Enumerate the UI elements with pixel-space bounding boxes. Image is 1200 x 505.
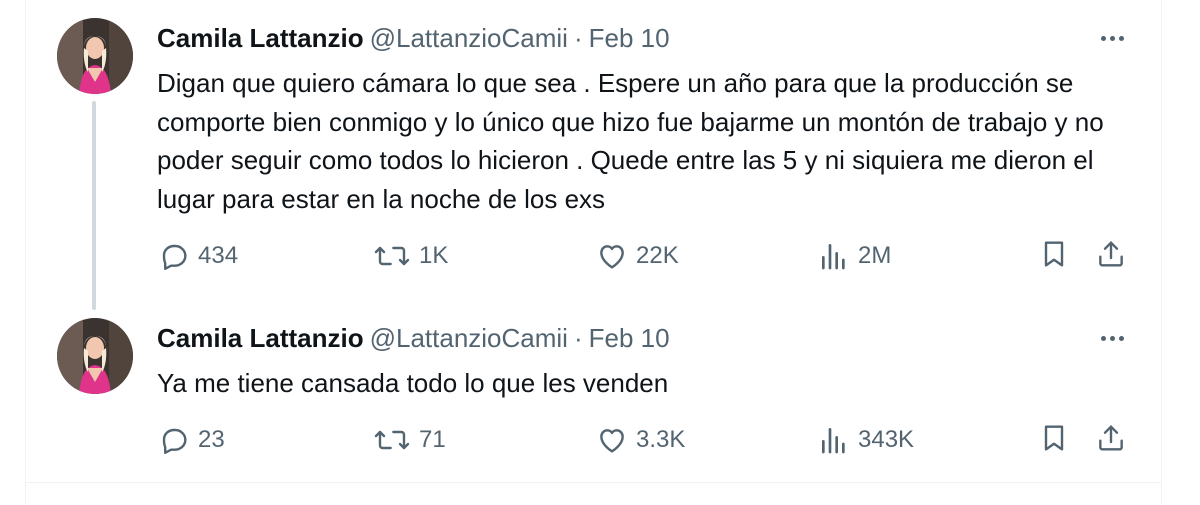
tweet-date[interactable]: Feb 10 — [589, 323, 670, 354]
repost-icon — [373, 424, 411, 456]
heart-icon — [596, 240, 628, 272]
bookmark-button[interactable] — [1038, 423, 1070, 457]
repost-button[interactable]: 1K — [373, 239, 448, 273]
repost-icon — [373, 240, 411, 272]
thread-connector-line — [92, 101, 96, 310]
author-handle[interactable]: @LattanzioCamii — [370, 23, 568, 54]
views-button[interactable]: 2M — [818, 239, 891, 273]
reply-icon — [158, 424, 190, 456]
reply-count: 434 — [198, 242, 239, 269]
more-icon[interactable] — [1092, 28, 1132, 48]
more-icon[interactable] — [1092, 328, 1132, 348]
author-name[interactable]: Camila Lattanzio — [157, 323, 364, 354]
share-icon — [1094, 238, 1128, 275]
views-icon — [818, 424, 850, 456]
views-icon — [818, 240, 850, 272]
tweet-header: Camila Lattanzio @LattanzioCamii · Feb 1… — [157, 20, 670, 56]
tweet-actions: 23 71 3.3K 343K — [0, 423, 1200, 457]
tweet-header: Camila Lattanzio @LattanzioCamii · Feb 1… — [157, 320, 670, 356]
separator-dot: · — [573, 22, 583, 53]
bookmark-icon — [1038, 238, 1070, 275]
reply-button[interactable]: 434 — [158, 239, 238, 273]
share-button[interactable] — [1094, 423, 1128, 457]
repost-count: 71 — [419, 426, 446, 453]
separator-dot: · — [573, 322, 583, 353]
like-count: 3.3K — [636, 426, 686, 453]
views-button[interactable]: 343K — [818, 423, 914, 457]
avatar[interactable] — [57, 318, 133, 394]
avatar[interactable] — [57, 18, 133, 94]
tweet-date[interactable]: Feb 10 — [589, 23, 670, 54]
tweet-text: Digan que quiero cámara lo que sea . Esp… — [157, 68, 1104, 214]
author-name[interactable]: Camila Lattanzio — [157, 23, 364, 54]
like-button[interactable]: 22K — [596, 239, 679, 273]
share-icon — [1094, 422, 1128, 459]
tweet-actions: 434 1K 22K 2M — [0, 239, 1200, 273]
reply-button[interactable]: 23 — [158, 423, 225, 457]
views-count: 2M — [858, 242, 892, 269]
like-count: 22K — [636, 242, 679, 269]
timeline-divider — [25, 482, 1162, 483]
like-button[interactable]: 3.3K — [596, 423, 685, 457]
reply-count: 23 — [198, 426, 225, 453]
bookmark-button[interactable] — [1038, 239, 1070, 273]
views-count: 343K — [858, 426, 915, 453]
share-button[interactable] — [1094, 239, 1128, 273]
heart-icon — [596, 424, 628, 456]
repost-count: 1K — [419, 242, 449, 269]
tweet-text: Ya me tiene cansada todo lo que les vend… — [157, 368, 669, 398]
bookmark-icon — [1038, 422, 1070, 459]
repost-button[interactable]: 71 — [373, 423, 446, 457]
author-handle[interactable]: @LattanzioCamii — [370, 323, 568, 354]
reply-icon — [158, 240, 190, 272]
